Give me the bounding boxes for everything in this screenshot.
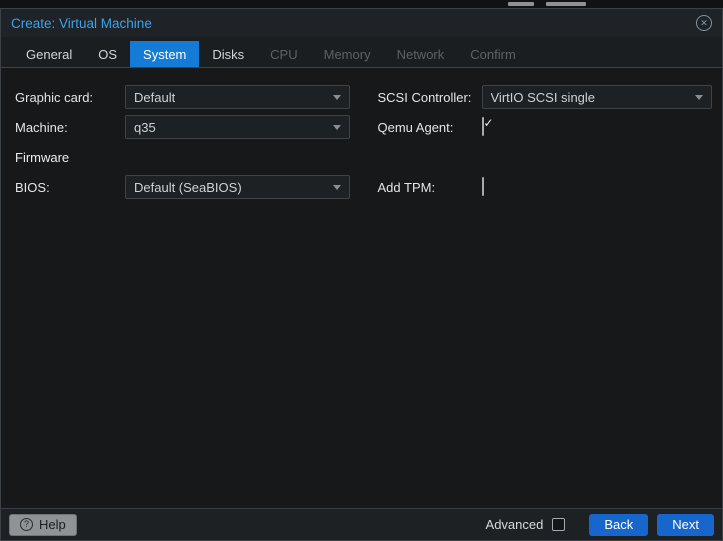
scsi-controller-select[interactable]: VirtIO SCSI single [482,85,713,109]
tab-memory: Memory [311,41,384,67]
tab-network: Network [384,41,458,67]
help-button-label: Help [39,517,66,532]
next-button[interactable]: Next [657,514,714,536]
help-button[interactable]: ? Help [9,514,77,536]
dialog-title: Create: Virtual Machine [11,16,152,31]
dialog-footer: ? Help Advanced Back Next [1,508,722,540]
footer-actions: Advanced Back Next [486,514,714,536]
close-icon[interactable]: ✕ [696,15,712,31]
scsi-controller-value: VirtIO SCSI single [491,90,596,105]
wizard-tabbar: General OS System Disks CPU Memory Netwo… [1,37,722,68]
chevron-down-icon [333,95,341,100]
form-row-spacer [378,142,713,172]
chevron-down-icon [695,95,703,100]
form-row: SCSI Controller: VirtIO SCSI single [378,82,713,112]
form-row: Machine: q35 [15,112,350,142]
bios-select[interactable]: Default (SeaBIOS) [125,175,350,199]
graphic-card-value: Default [134,90,175,105]
advanced-checkbox[interactable] [552,518,565,531]
form-panel: Graphic card: Default Machine: q35 Firmw… [1,68,722,508]
tab-disks[interactable]: Disks [199,41,257,67]
tab-general[interactable]: General [13,41,85,67]
form-row: Firmware [15,142,350,172]
form-row: Add TPM: [378,172,713,202]
form-right-column: SCSI Controller: VirtIO SCSI single Qemu… [378,82,713,202]
add-tpm-checkbox[interactable] [482,177,484,196]
graphic-card-select[interactable]: Default [125,85,350,109]
form-row: BIOS: Default (SeaBIOS) [15,172,350,202]
tab-confirm: Confirm [457,41,529,67]
background-page-fragment [508,2,534,6]
qemu-agent-label: Qemu Agent: [378,120,482,135]
question-circle-icon: ? [20,518,33,531]
firmware-section-label: Firmware [15,150,125,165]
chevron-down-icon [333,125,341,130]
advanced-label: Advanced [486,517,544,532]
graphic-card-label: Graphic card: [15,90,125,105]
machine-label: Machine: [15,120,125,135]
background-page-fragment [546,2,586,6]
machine-value: q35 [134,120,156,135]
chevron-down-icon [333,185,341,190]
screen: Create: Virtual Machine ✕ General OS Sys… [0,0,723,541]
tab-os[interactable]: OS [85,41,130,67]
form-left-column: Graphic card: Default Machine: q35 Firmw… [15,82,350,202]
scsi-controller-label: SCSI Controller: [378,90,482,105]
form-row: Graphic card: Default [15,82,350,112]
tab-system[interactable]: System [130,41,199,67]
bios-value: Default (SeaBIOS) [134,180,242,195]
form-row: Qemu Agent: [378,112,713,142]
add-tpm-label: Add TPM: [378,180,482,195]
create-vm-dialog: Create: Virtual Machine ✕ General OS Sys… [0,8,723,541]
machine-select[interactable]: q35 [125,115,350,139]
dialog-titlebar: Create: Virtual Machine ✕ [1,9,722,37]
back-button[interactable]: Back [589,514,648,536]
qemu-agent-checkbox[interactable] [482,117,484,136]
bios-label: BIOS: [15,180,125,195]
tab-cpu: CPU [257,41,310,67]
background-page [0,0,723,8]
